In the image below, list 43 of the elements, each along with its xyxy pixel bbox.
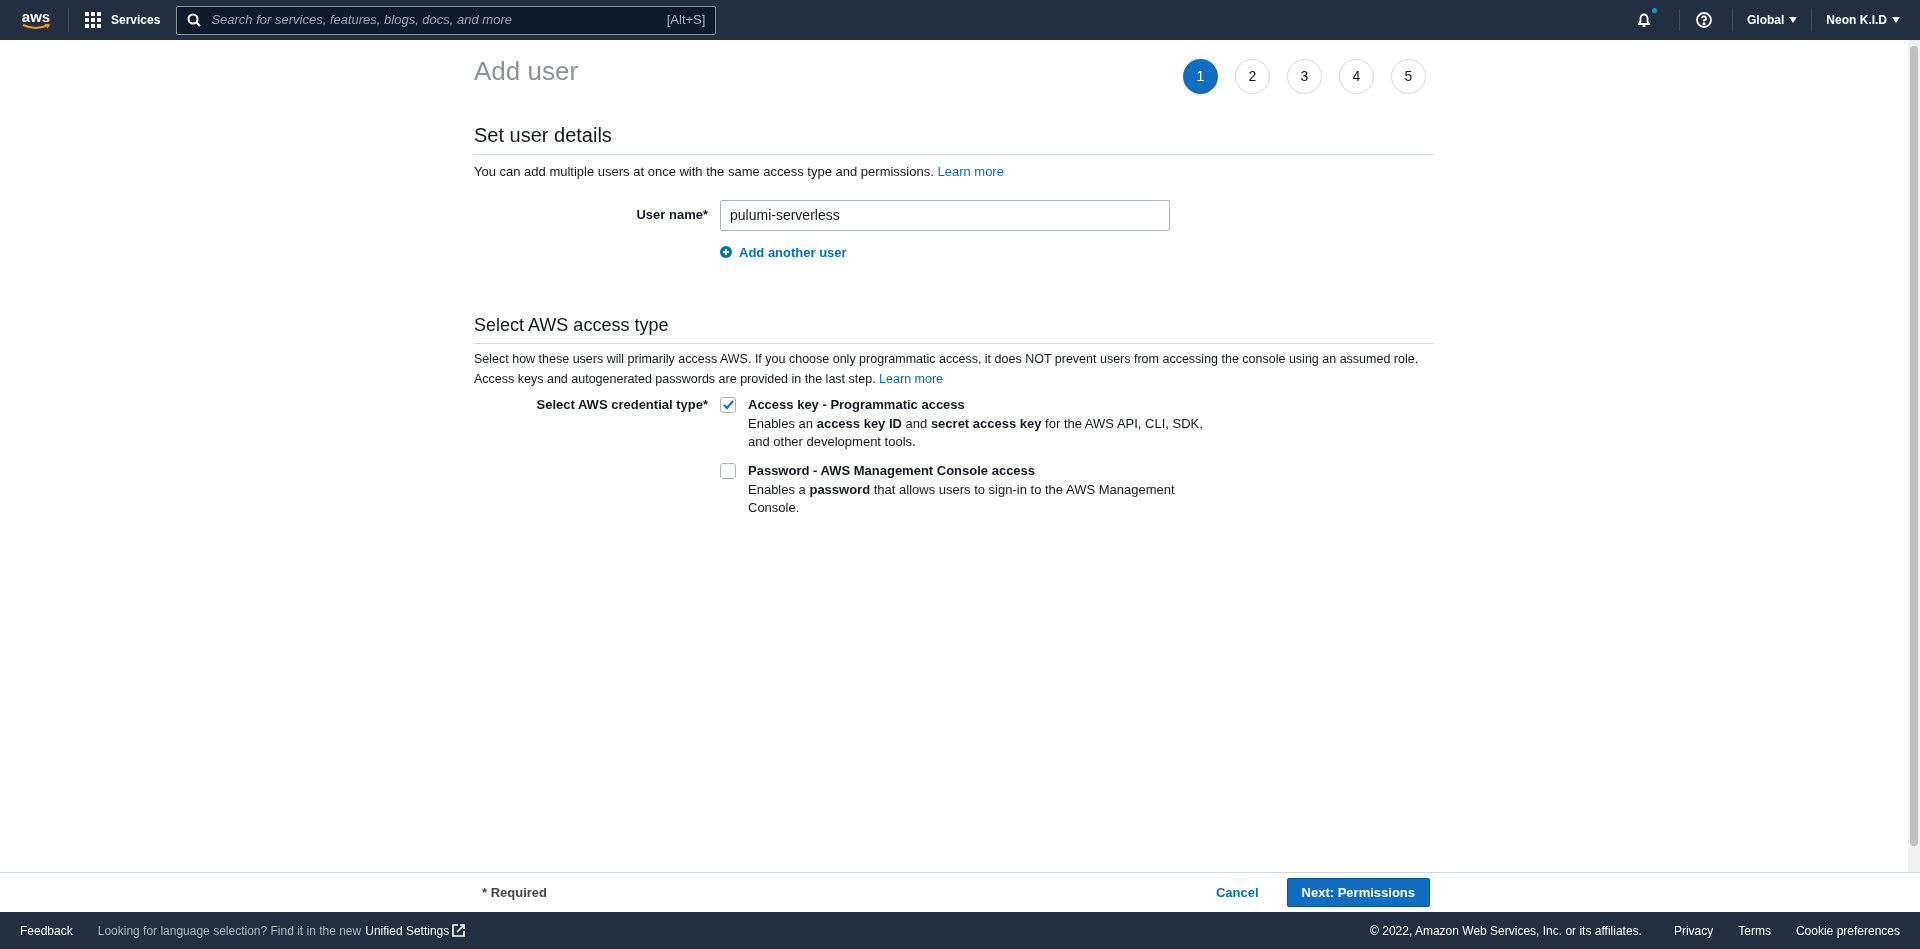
footer-link[interactable]: Privacy	[1673, 921, 1714, 940]
help-icon[interactable]	[1696, 12, 1712, 28]
unified-settings-link[interactable]: Unified Settings	[365, 921, 466, 940]
option-description: Enables a password that allows users to sign-in to the AWS Management Console.	[748, 481, 1176, 517]
plus-circle-icon	[720, 246, 732, 259]
learn-more-link[interactable]: Learn more	[937, 164, 1004, 179]
option-title: Password - AWS Management Console access	[748, 462, 1037, 480]
user-name-input[interactable]: pulumi-serverless	[720, 199, 1170, 231]
step-indicator: 1	[1183, 59, 1218, 94]
search-field[interactable]: Search for services, features, blogs, docs, and more	[211, 10, 657, 30]
caret-icon	[1892, 17, 1900, 23]
required-note: * Required	[482, 883, 547, 902]
caret-icon	[1789, 17, 1798, 23]
bell-icon	[1636, 12, 1652, 28]
account-menu[interactable]: Neon K.I.D	[1826, 11, 1900, 29]
option-title: Access key - Programmatic access	[748, 396, 966, 414]
language-notice: Looking for language selection? Find it in the new	[97, 922, 362, 940]
search-icon	[187, 13, 202, 27]
feedback-link[interactable]: Feedback	[20, 921, 73, 940]
services-menu-button[interactable]: Services	[85, 11, 161, 29]
field-label: Select AWS credential type*	[535, 396, 709, 414]
checkbox[interactable]	[720, 463, 736, 479]
search-shortcut: [Alt+S]	[666, 11, 706, 30]
checkbox[interactable]	[720, 397, 736, 413]
aws-logo[interactable]: aws	[20, 10, 52, 30]
cancel-button[interactable]: Cancel	[1203, 876, 1271, 909]
search-bar[interactable]: Search for services, features, blogs, docs, and more [Alt+S]	[176, 5, 717, 35]
add-another-user-link[interactable]: Add another user	[720, 242, 847, 262]
section-description: Select how these users will primarily access AWS. If you choose only programmatic access, it does NOT prevent users from accessing the console using an assumed role. Access keys and autogenerated passwords are provided in the last step. Learn more	[474, 351, 1420, 388]
external-link-icon	[452, 924, 466, 937]
grid-icon	[85, 12, 101, 28]
section-description: You can add multiple users at once with the same access type and permissions. Learn more	[474, 163, 1005, 181]
learn-more-link[interactable]: Learn more	[879, 372, 944, 386]
footer-link[interactable]: Cookie preferences	[1795, 921, 1900, 940]
next-permissions-button[interactable]: Next: Permissions	[1286, 878, 1430, 907]
region-menu[interactable]: Global	[1747, 11, 1798, 29]
page-title: Add user	[474, 56, 579, 86]
footer-link[interactable]: Terms	[1738, 921, 1771, 940]
field-label: User name*	[635, 206, 709, 225]
section-heading: Select AWS access type	[474, 312, 1434, 344]
section-heading: Set user details	[474, 120, 1434, 155]
copyright: © 2022, Amazon Web Services, Inc. or its affiliates.	[1370, 922, 1642, 940]
option-description: Enables an access key ID and secret access key for the AWS API, CLI, SDK, and other development tools.	[748, 415, 1204, 451]
